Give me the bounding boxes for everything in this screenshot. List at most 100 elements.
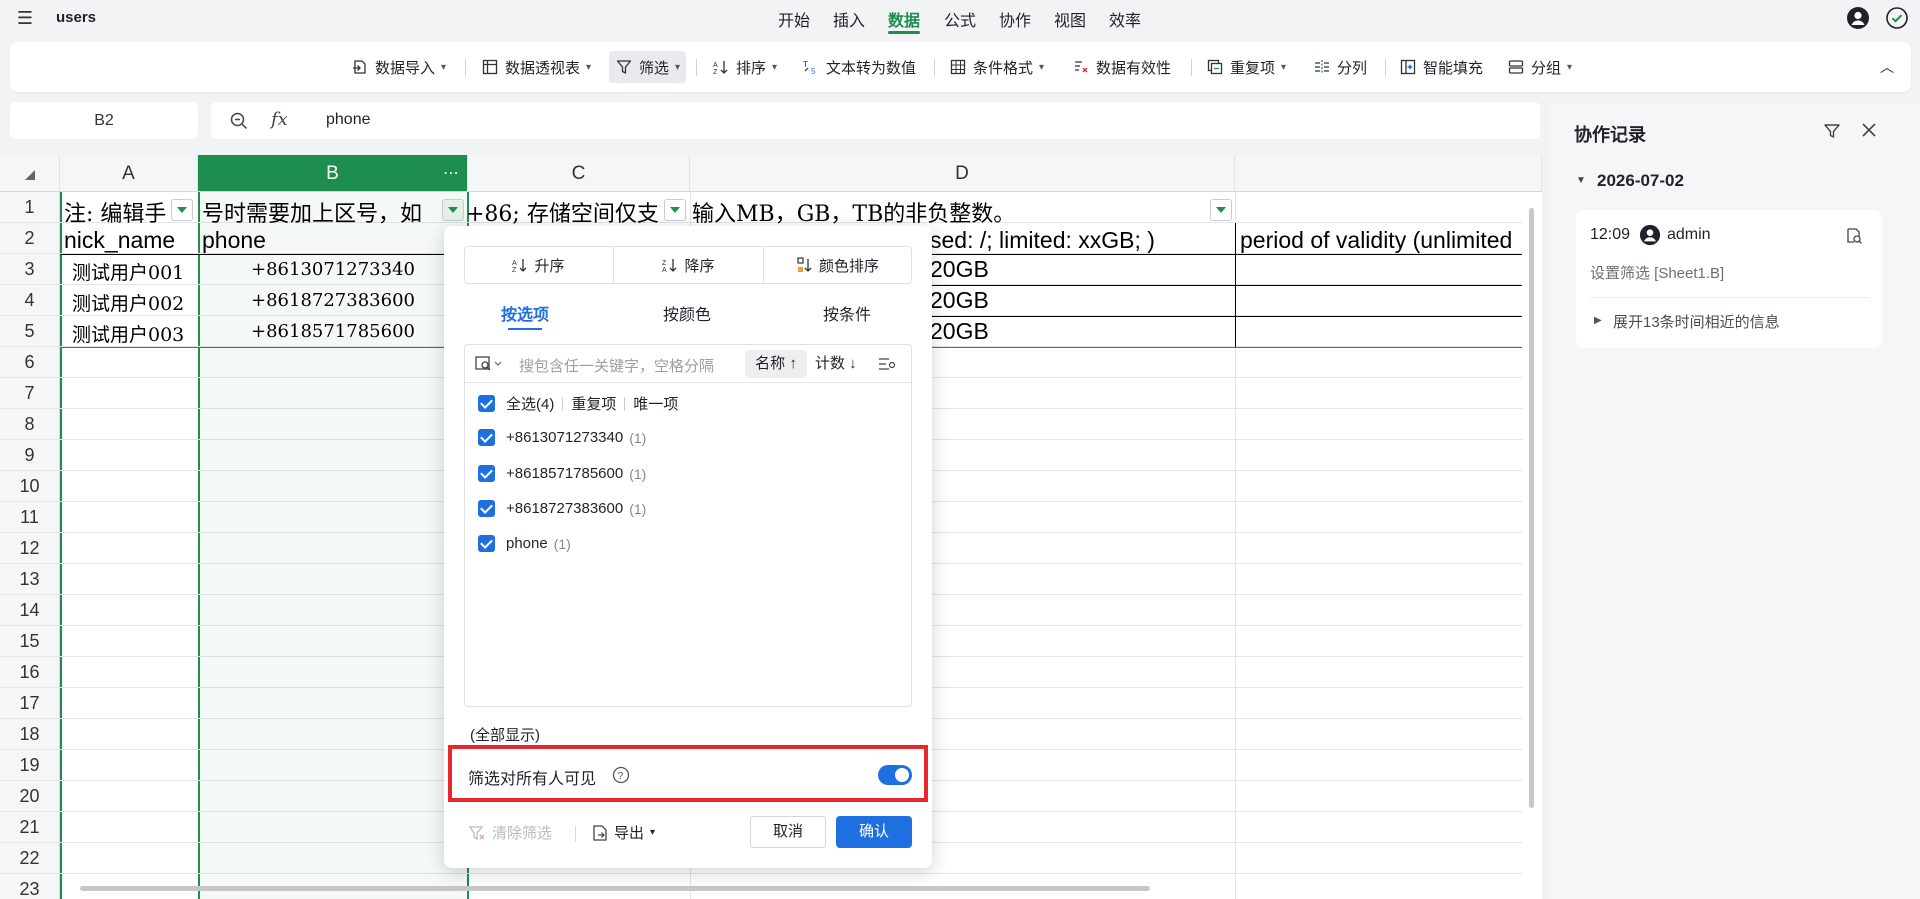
cell-d3[interactable]: 20GB	[930, 256, 1230, 283]
group-button[interactable]: 分组 ▾	[1501, 51, 1578, 83]
cell-a3[interactable]: 测试用户001	[64, 258, 194, 285]
row-header[interactable]: 12	[0, 533, 60, 564]
panel-filter-icon[interactable]	[1823, 122, 1841, 140]
data-validation-button[interactable]: 数据有效性	[1066, 51, 1177, 83]
sort-ascending-button[interactable]: AZ 升序	[464, 246, 613, 284]
option-checkbox[interactable]	[478, 465, 495, 482]
tab-collaborate[interactable]: 协作	[999, 7, 1031, 31]
cell-c1[interactable]: +86; 存储空间仅支	[466, 196, 676, 228]
cell-a5[interactable]: 测试用户003	[64, 320, 194, 347]
column-more-icon[interactable]: ⋯	[443, 155, 459, 192]
cell-a2[interactable]: nick_name	[64, 227, 194, 254]
row-header[interactable]: 23	[0, 874, 60, 899]
search-scope-icon[interactable]	[475, 355, 505, 373]
tab-data[interactable]: 数据	[888, 7, 920, 31]
row-header[interactable]: 20	[0, 781, 60, 812]
duplicates-button[interactable]: 重复项 ▾	[1200, 51, 1292, 83]
clear-filter-button[interactable]: 清除筛选	[468, 822, 552, 843]
tab-insert[interactable]: 插入	[833, 7, 865, 31]
cell-d4[interactable]: 20GB	[930, 287, 1230, 314]
row-header[interactable]: 10	[0, 471, 60, 502]
column-header-d[interactable]: D	[690, 155, 1235, 192]
select-all-corner[interactable]	[0, 155, 60, 192]
column-header-b[interactable]: B ⋯	[198, 155, 468, 192]
list-settings-icon[interactable]	[878, 356, 896, 372]
cell-b3[interactable]: +8613071273340	[202, 259, 464, 280]
name-box[interactable]: B2	[10, 102, 198, 139]
hamburger-menu-icon[interactable]: ☰	[14, 8, 36, 28]
row-header[interactable]: 14	[0, 595, 60, 626]
filter-dropdown-d[interactable]	[1210, 199, 1232, 221]
select-all-checkbox[interactable]	[478, 395, 495, 412]
option-checkbox[interactable]	[478, 429, 495, 446]
sort-by-name-button[interactable]: 名称 ↑	[745, 350, 807, 378]
filter-option-item[interactable]: +8618571785600 (1)	[478, 465, 646, 482]
cell-e2[interactable]: period of validity (unlimited	[1240, 227, 1522, 254]
formula-input[interactable]: phone	[326, 111, 371, 129]
filter-option-item[interactable]: phone (1)	[478, 535, 571, 552]
vertical-scrollbar[interactable]	[1526, 192, 1538, 872]
row-header[interactable]: 2	[0, 223, 60, 254]
column-header-e[interactable]	[1235, 155, 1542, 192]
row-header[interactable]: 3	[0, 254, 60, 285]
export-button[interactable]: 导出 ▾	[592, 822, 655, 843]
tab-by-condition[interactable]: 按条件	[823, 301, 871, 325]
cell-b2[interactable]: phone	[202, 227, 462, 254]
sort-button[interactable]: AZ 排序 ▾	[706, 51, 783, 83]
horizontal-scrollbar[interactable]	[66, 882, 1516, 894]
cell-a4[interactable]: 测试用户002	[64, 289, 194, 316]
row-header[interactable]: 21	[0, 812, 60, 843]
cell-d2[interactable]: sed: /; limited: xxGB; )	[930, 227, 1230, 254]
expand-triangle-icon[interactable]: ▶	[1594, 315, 1602, 326]
data-import-button[interactable]: 数据导入 ▾	[345, 51, 452, 83]
filter-dropdown-a[interactable]	[171, 199, 193, 221]
option-checkbox[interactable]	[478, 500, 495, 517]
row-header[interactable]: 11	[0, 502, 60, 533]
expand-more-link[interactable]: 展开13条时间相近的信息	[1613, 311, 1780, 332]
tab-efficiency[interactable]: 效率	[1109, 7, 1141, 31]
conditional-format-button[interactable]: 条件格式 ▾	[943, 51, 1050, 83]
cell-b1[interactable]: 号时需要加上区号，如	[202, 196, 442, 228]
column-header-c[interactable]: C	[468, 155, 690, 192]
row-header[interactable]: 19	[0, 750, 60, 781]
row-header[interactable]: 6	[0, 347, 60, 378]
text-to-number-button[interactable]: T5 文本转为数值	[796, 51, 922, 83]
cell-a1[interactable]: 注: 编辑手	[64, 196, 184, 228]
row-header[interactable]: 9	[0, 440, 60, 471]
cell-b4[interactable]: +8618727383600	[202, 290, 464, 311]
confirm-button[interactable]: 确认	[836, 816, 912, 848]
cell-d5[interactable]: 20GB	[930, 318, 1230, 345]
row-header[interactable]: 4	[0, 285, 60, 316]
filter-option-item[interactable]: +8613071273340 (1)	[478, 429, 646, 446]
tab-by-option[interactable]: 按选项	[501, 301, 549, 325]
filter-option-item[interactable]: +8618727383600 (1)	[478, 500, 646, 517]
account-avatar-icon[interactable]	[1846, 6, 1870, 30]
row-header[interactable]: 5	[0, 316, 60, 347]
horizontal-scroll-thumb[interactable]	[80, 886, 1150, 891]
view-version-icon[interactable]	[1845, 227, 1863, 245]
fx-icon[interactable]: fx	[271, 109, 288, 130]
sort-by-color-button[interactable]: 颜色排序	[764, 246, 912, 284]
pivot-table-button[interactable]: 数据透视表 ▾	[475, 51, 597, 83]
filter-dropdown-b[interactable]	[442, 199, 464, 221]
row-header[interactable]: 22	[0, 843, 60, 874]
search-input[interactable]: 搜包含任一关键字，空格分隔	[519, 355, 714, 376]
row-header[interactable]: 8	[0, 409, 60, 440]
zoom-search-icon[interactable]	[229, 111, 249, 131]
row-header[interactable]: 17	[0, 688, 60, 719]
row-header[interactable]: 13	[0, 564, 60, 595]
collapse-ribbon-icon[interactable]: ︿	[1880, 57, 1894, 77]
row-header[interactable]: 1	[0, 192, 60, 223]
visible-to-all-toggle[interactable]	[878, 765, 912, 785]
smart-fill-button[interactable]: 智能填充	[1393, 51, 1489, 83]
row-header[interactable]: 18	[0, 719, 60, 750]
row-header[interactable]: 7	[0, 378, 60, 409]
cancel-button[interactable]: 取消	[750, 816, 826, 848]
filter-dropdown-c[interactable]	[664, 199, 686, 221]
tab-by-color[interactable]: 按颜色	[663, 301, 711, 325]
vertical-scroll-thumb[interactable]	[1529, 208, 1534, 808]
column-header-a[interactable]: A	[60, 155, 198, 192]
row-header[interactable]: 15	[0, 626, 60, 657]
cell-d1[interactable]: 输入MB，GB，TB的非负整数。	[692, 196, 1212, 228]
cloud-saved-icon[interactable]	[1886, 7, 1908, 29]
